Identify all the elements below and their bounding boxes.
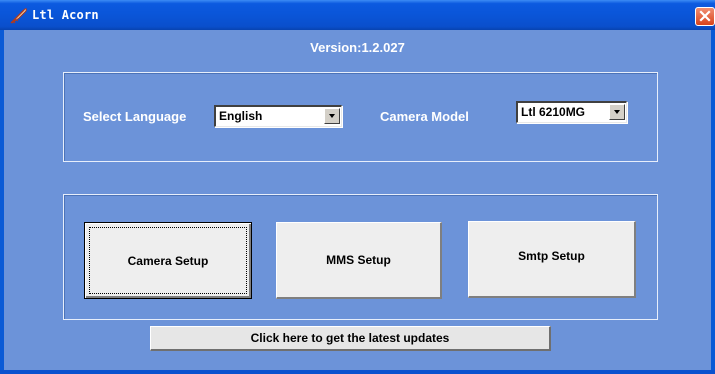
camera-model-value: Ltl 6210MG [521,105,586,119]
updates-label: Click here to get the latest updates [250,331,450,345]
camera-model-select[interactable]: Ltl 6210MG [516,101,627,123]
updates-button[interactable]: Click here to get the latest updates [150,326,551,351]
settings-group: Select Language English Camera Model Ltl… [63,72,658,162]
camera-setup-button[interactable]: Camera Setup [84,222,252,299]
setup-group: Camera Setup MMS Setup Smtp Setup [63,194,658,320]
feather-pen-icon [10,8,27,24]
window-frame-bottom [0,370,715,374]
smtp-setup-label: Smtp Setup [518,249,585,263]
mms-setup-label: MMS Setup [326,253,391,267]
camera-model-label: Camera Model [380,109,469,124]
focus-ring [89,227,247,294]
close-icon [699,10,711,22]
language-select[interactable]: English [214,105,342,127]
chevron-down-icon[interactable] [609,104,625,120]
client-area: Version:1.2.027 Select Language English … [4,30,711,370]
close-button[interactable] [695,7,715,26]
language-value: English [219,109,263,123]
select-language-label: Select Language [83,109,187,124]
window-title: Ltl Acorn [32,8,99,22]
smtp-setup-button[interactable]: Smtp Setup [468,221,636,298]
title-bar[interactable]: Ltl Acorn [0,0,715,30]
chevron-down-icon[interactable] [324,108,340,124]
app-window: Ltl Acorn Version:1.2.027 Select Languag… [0,0,715,374]
mms-setup-button[interactable]: MMS Setup [276,222,442,299]
version-label: Version:1.2.027 [310,40,405,55]
